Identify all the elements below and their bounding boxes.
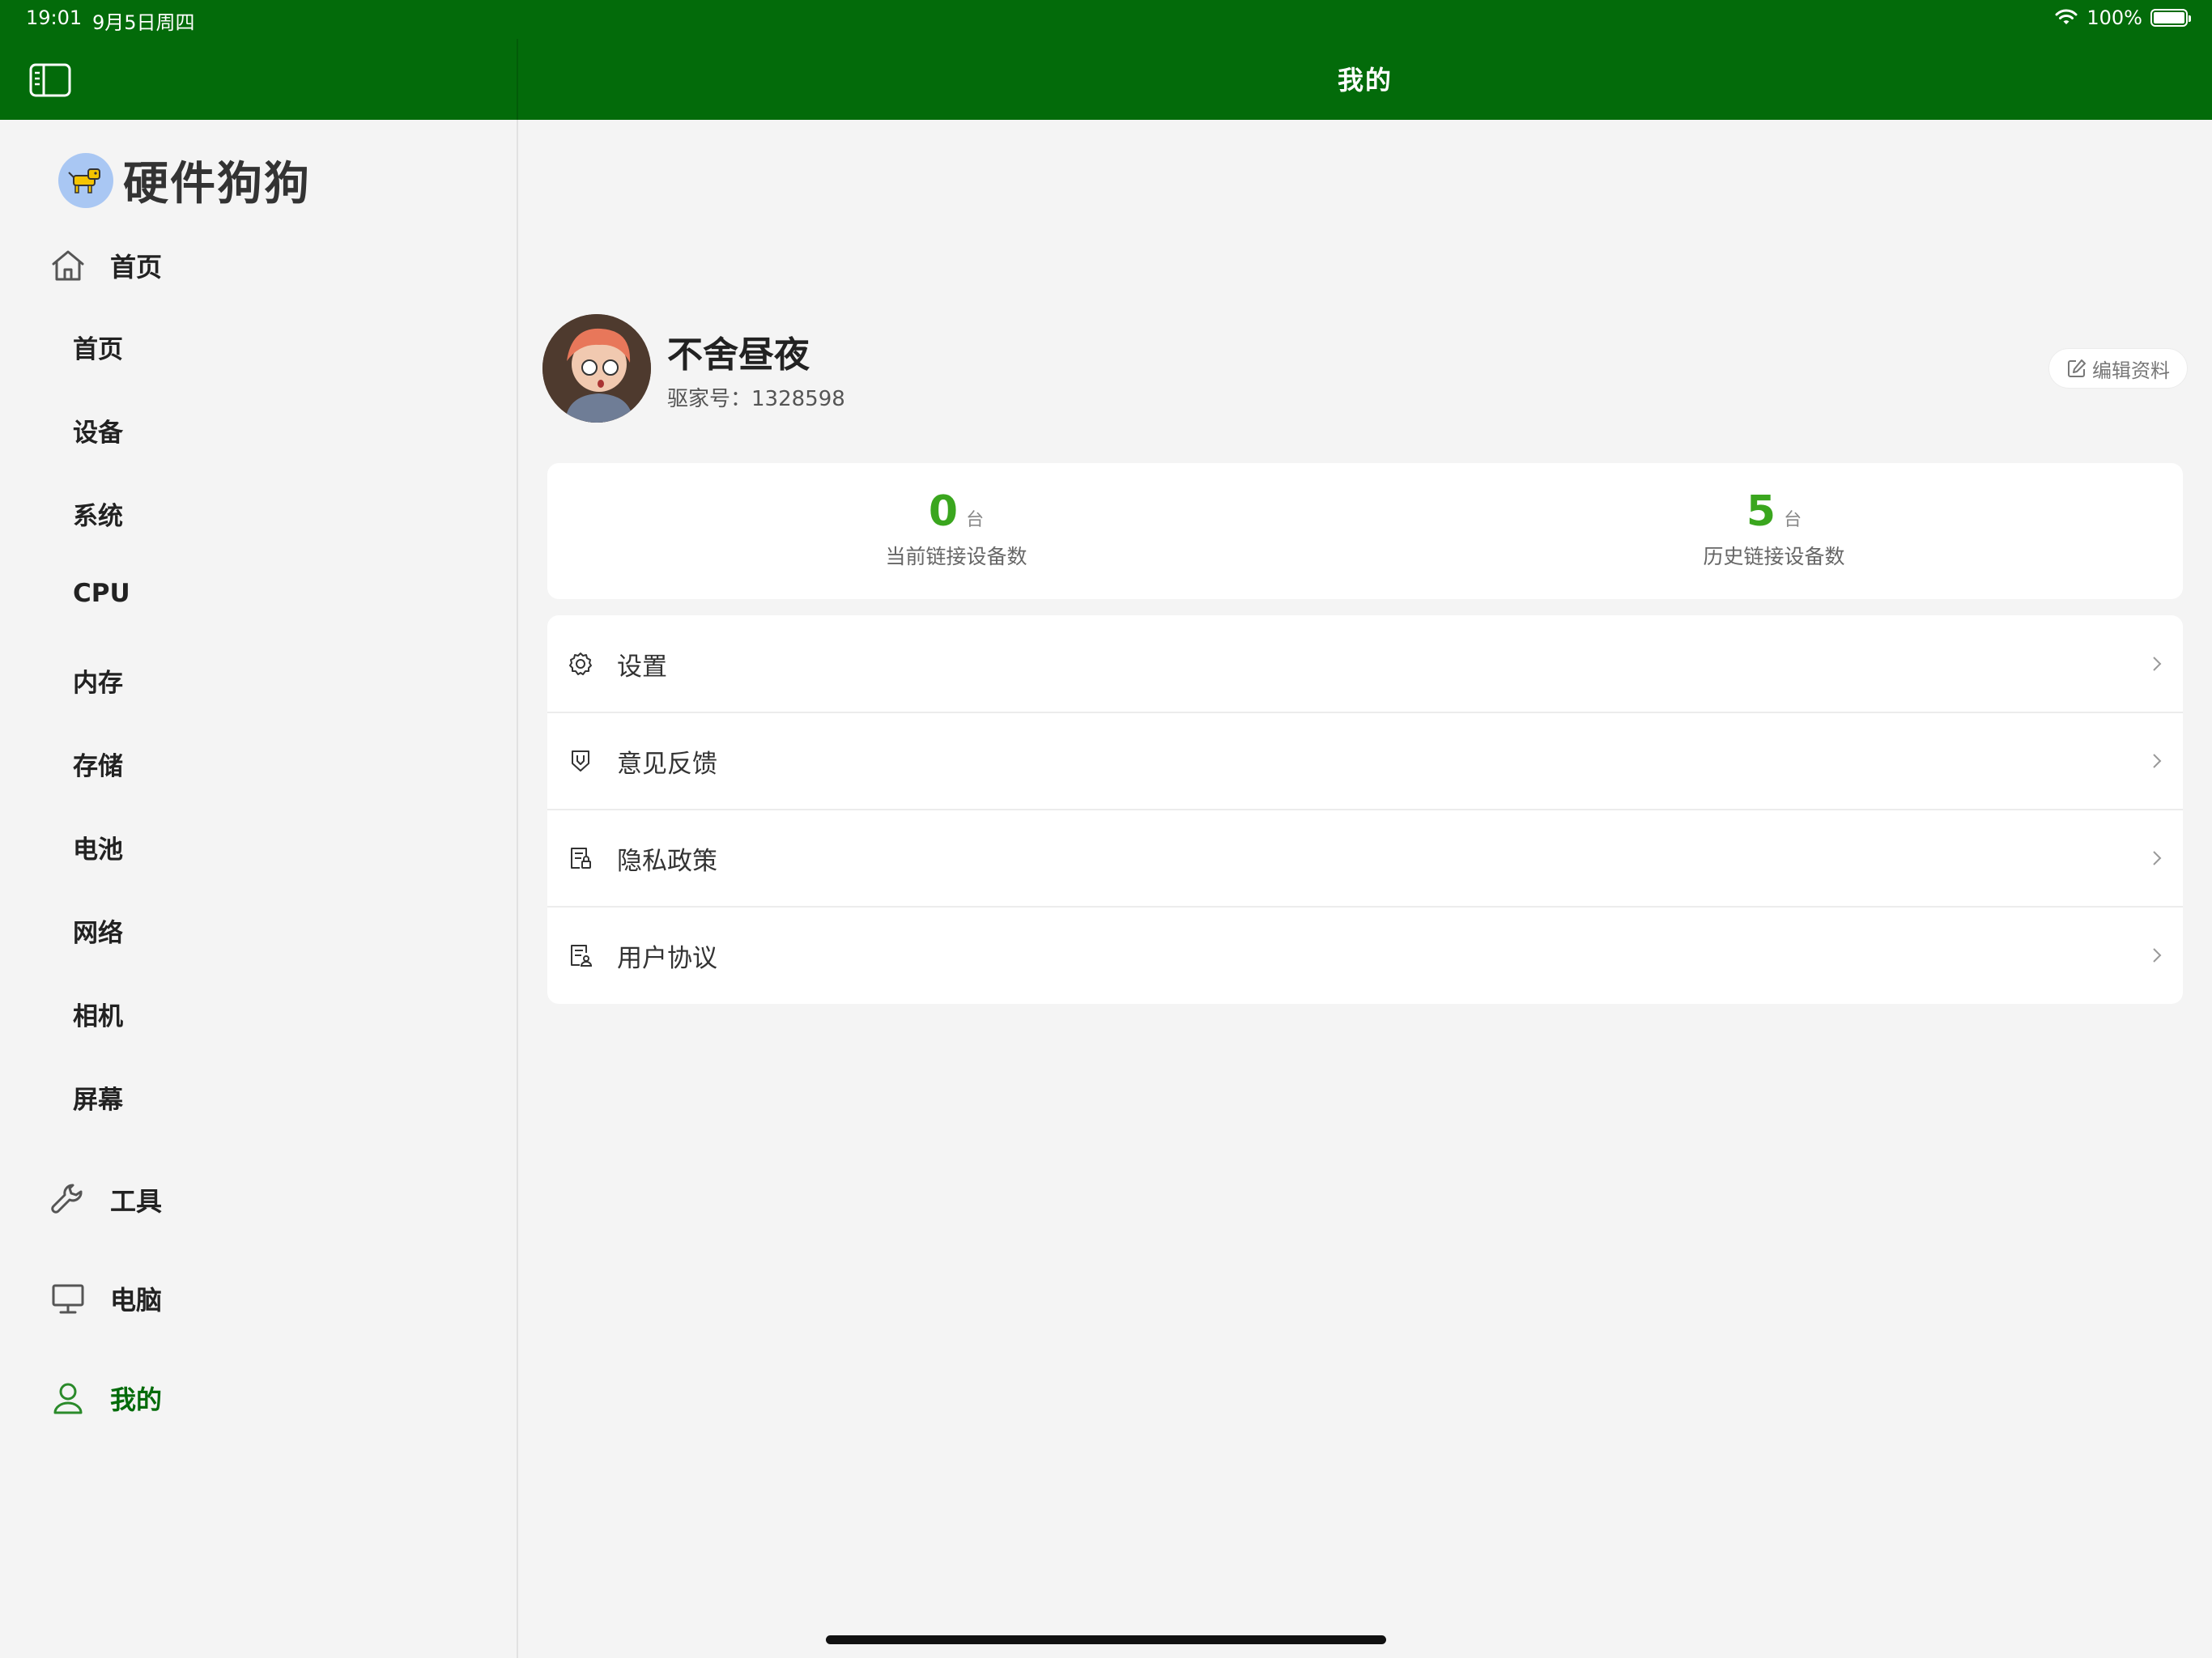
chevron-right-icon [2153,948,2162,963]
edit-profile-label: 编辑资料 [2092,359,2170,382]
menu-item-feedback[interactable]: 意见反馈 [547,712,2183,810]
sidebar-item-device[interactable]: 设备 [73,412,123,449]
menu-item-settings[interactable]: 设置 [547,615,2183,712]
settings-menu: 设置 意见反馈 隐私政策 用户协议 [547,615,2183,1004]
menu-item-label: 意见反馈 [617,749,717,779]
stat-label: 当前链接设备数 [885,545,1027,568]
user-icon [53,1383,83,1414]
wifi-icon [2055,9,2078,24]
menu-item-label: 用户协议 [617,943,717,973]
top-bar: 19:01 9月5日周四 100% 我的 [0,0,2212,120]
sidebar-section-computer[interactable]: 电脑 [49,1279,162,1318]
stat-value: 0 [928,487,959,536]
user-id: 驱家号：1328598 [667,387,845,411]
sidebar-section-home[interactable]: 首页 [49,246,162,285]
sidebar-section-label: 电脑 [110,1285,163,1316]
sidebar-section-label: 工具 [110,1186,163,1217]
device-stats-card: 0台 当前链接设备数 5台 历史链接设备数 [547,463,2183,599]
menu-item-label: 设置 [617,652,667,682]
stat-current-devices: 0台 当前链接设备数 [547,487,1365,570]
status-bar: 19:01 9月5日周四 100% [0,0,2212,39]
status-right: 100% [2054,6,2191,29]
sidebar-section-label: 首页 [110,252,163,283]
main-content: 不舍昼夜 驱家号：1328598 编辑资料 0台 当前链接设备数 5台 历史链接… [518,120,2212,1658]
menu-item-label: 隐私政策 [617,846,717,876]
chevron-right-icon [2153,754,2162,768]
chevron-right-icon [2153,851,2162,865]
sidebar-item-home[interactable]: 首页 [73,329,123,365]
sidebar-item-system[interactable]: 系统 [73,495,123,532]
sidebar-item-camera[interactable]: 相机 [73,996,123,1032]
battery-icon [2150,9,2191,27]
agreement-document-icon [571,945,593,967]
sidebar-item-cpu[interactable]: CPU [73,579,130,608]
home-icon [52,250,84,281]
edit-icon [2068,359,2086,377]
gear-icon [569,653,592,675]
sidebar-toggle-icon[interactable] [29,63,71,97]
battery-text: 100% [2087,6,2142,29]
page-title: 我的 [1337,65,1393,96]
feedback-icon [572,750,589,772]
stat-history-devices: 5台 历史链接设备数 [1365,487,2183,570]
sidebar: 硬件狗狗 首页 首页 设备 系统 CPU 内存 存储 电池 网络 相机 屏幕 工… [0,120,518,1658]
stat-value: 5 [1746,487,1776,536]
username: 不舍昼夜 [667,334,810,376]
edit-profile-button[interactable]: 编辑资料 [2048,348,2188,389]
dog-logo-icon [58,152,113,208]
sidebar-item-network[interactable]: 网络 [73,912,123,949]
sidebar-item-storage[interactable]: 存储 [73,746,123,782]
sidebar-item-battery[interactable]: 电池 [73,829,123,865]
sidebar-item-screen[interactable]: 屏幕 [73,1079,123,1116]
home-indicator[interactable] [826,1635,1386,1644]
menu-item-agreement[interactable]: 用户协议 [547,907,2183,1004]
menu-item-privacy[interactable]: 隐私政策 [547,810,2183,907]
status-time: 19:01 [26,6,83,29]
stat-unit: 台 [1784,510,1802,530]
stat-unit: 台 [966,510,985,530]
avatar[interactable] [542,314,651,423]
app-logo: 硬件狗狗 [58,147,311,213]
sidebar-section-mine[interactable]: 我的 [49,1379,162,1418]
app-name: 硬件狗狗 [123,158,311,210]
sidebar-section-tools[interactable]: 工具 [49,1180,162,1219]
sidebar-item-memory[interactable]: 内存 [73,662,123,699]
sidebar-section-label: 我的 [110,1384,163,1415]
stat-label: 历史链接设备数 [1703,545,1845,568]
status-date: 9月5日周四 [92,11,195,34]
chevron-right-icon [2153,657,2162,671]
wrench-icon [51,1184,83,1214]
monitor-icon [52,1284,84,1314]
privacy-document-icon [571,848,591,869]
